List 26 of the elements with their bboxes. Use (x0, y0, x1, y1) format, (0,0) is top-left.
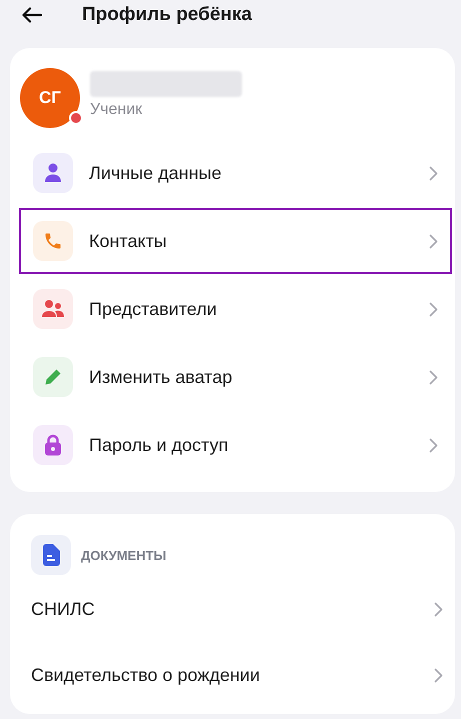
avatar: СГ (20, 68, 80, 128)
status-dot (69, 111, 83, 125)
chevron-right-icon (429, 438, 438, 452)
back-arrow-icon[interactable] (22, 7, 42, 23)
pencil-icon (44, 368, 62, 386)
chevron-right-icon (434, 668, 443, 682)
menu-item[interactable]: Изменить аватар (19, 344, 452, 410)
chevron-right-icon (434, 602, 443, 616)
page-title: Профиль ребёнка (82, 4, 252, 26)
person-icon (44, 163, 62, 183)
section-title: ДОКУМЕНТЫ (81, 548, 166, 562)
chevron-right-icon (429, 234, 438, 248)
chevron-right-icon (429, 166, 438, 180)
menu-item[interactable]: Пароль и доступ (19, 412, 452, 478)
chevron-right-icon (429, 370, 438, 384)
menu-item[interactable]: Контакты (19, 208, 452, 274)
phone-icon (43, 231, 63, 251)
menu-item[interactable]: Представители (19, 276, 452, 342)
people-icon (41, 299, 65, 319)
document-item[interactable]: Свидетельство о рождении (10, 642, 455, 708)
menu-item[interactable]: Личные данные (19, 140, 452, 206)
lock-icon (44, 434, 62, 456)
document-icon (42, 544, 60, 566)
role-label: Ученик (90, 101, 144, 119)
chevron-right-icon (429, 302, 438, 316)
document-item[interactable]: СНИЛС (10, 576, 455, 642)
